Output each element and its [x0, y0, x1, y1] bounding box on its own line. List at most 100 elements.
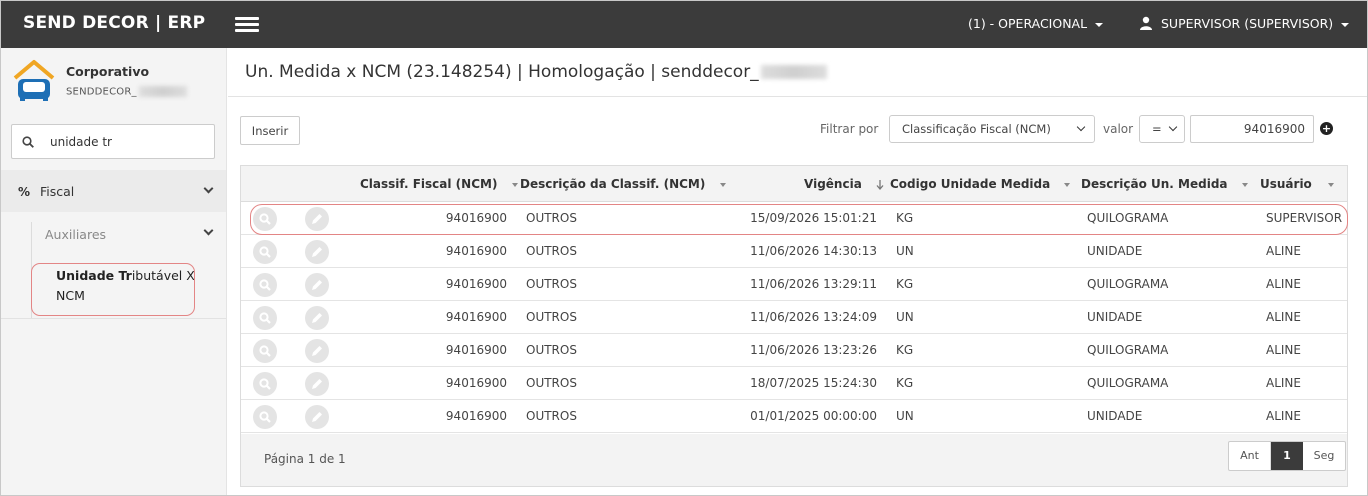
- col-header-desc-unidade[interactable]: Descrição Un. Medida: [1081, 166, 1248, 202]
- col-header-vigencia[interactable]: Vigência: [804, 166, 884, 202]
- filter-label: Filtrar por: [820, 122, 879, 136]
- redacted-text: [760, 65, 827, 79]
- pencil-icon: [312, 214, 322, 224]
- col-header-desc-ncm[interactable]: Descrição da Classif. (NCM): [520, 166, 726, 202]
- cell-desc-ncm: OUTROS: [526, 310, 577, 324]
- menu-icon[interactable]: [235, 17, 259, 33]
- edit-button[interactable]: [305, 405, 329, 429]
- magnifier-icon: [259, 246, 271, 258]
- chevron-down-icon: [1095, 22, 1104, 27]
- table-row[interactable]: 94016900 OUTROS 11/06/2026 14:30:13 UN U…: [241, 235, 1347, 268]
- menu-search-box[interactable]: [11, 124, 215, 159]
- cell-cod-unidade: UN: [896, 409, 914, 423]
- col-header-cod-unidade[interactable]: Codigo Unidade Medida: [890, 166, 1071, 202]
- chevron-down-icon: [1076, 122, 1086, 132]
- edit-button[interactable]: [305, 306, 329, 330]
- page-info: Página 1 de 1: [264, 452, 346, 466]
- cell-vigencia: 01/01/2025 00:00:00: [750, 409, 877, 423]
- col-header-usuario[interactable]: Usuário: [1260, 166, 1334, 202]
- table-row[interactable]: 94016900 OUTROS 01/01/2025 00:00:00 UN U…: [241, 400, 1347, 433]
- cell-usuario: ALINE: [1266, 409, 1301, 423]
- view-button[interactable]: [253, 240, 277, 264]
- sidebar: Corporativo SENDDECOR_ % Fiscal Auxiliar…: [1, 48, 227, 495]
- chevron-down-icon: [203, 183, 214, 194]
- edit-button[interactable]: [305, 240, 329, 264]
- highlight-annotation: [31, 263, 195, 316]
- brand-title[interactable]: SEND DECOR | ERP: [1, 1, 226, 48]
- view-button[interactable]: [253, 405, 277, 429]
- view-button[interactable]: [253, 372, 277, 396]
- cell-vigencia: 15/09/2026 15:01:21: [750, 211, 877, 225]
- pencil-icon: [312, 379, 322, 389]
- magnifier-icon: [259, 279, 271, 291]
- cell-usuario: ALINE: [1266, 277, 1301, 291]
- sidebar-item-label: Fiscal: [40, 184, 75, 199]
- cell-desc-unidade: QUILOGRAMA: [1087, 376, 1169, 390]
- insert-button[interactable]: Inserir: [240, 116, 300, 145]
- view-button[interactable]: [253, 273, 277, 297]
- cell-ncm: 94016900: [445, 244, 507, 258]
- edit-button[interactable]: [305, 273, 329, 297]
- cell-usuario: ALINE: [1266, 376, 1301, 390]
- filter-value-input[interactable]: [1190, 115, 1314, 143]
- pencil-icon: [312, 313, 322, 323]
- redacted-text: [138, 86, 187, 97]
- pencil-icon: [312, 280, 322, 290]
- cell-desc-unidade: UNIDADE: [1087, 409, 1143, 423]
- page-1-button[interactable]: 1: [1271, 442, 1303, 470]
- table-row[interactable]: 94016900 OUTROS 11/06/2026 13:29:11 KG Q…: [241, 268, 1347, 301]
- cell-cod-unidade: KG: [896, 211, 914, 225]
- cell-vigencia: 11/06/2026 13:23:26: [750, 343, 877, 357]
- cell-desc-unidade: QUILOGRAMA: [1087, 277, 1169, 291]
- cell-desc-ncm: OUTROS: [526, 343, 577, 357]
- search-icon: [22, 136, 34, 148]
- cell-usuario: ALINE: [1266, 343, 1301, 357]
- sort-toggle-icon: [1241, 182, 1248, 187]
- magnifier-icon: [259, 312, 271, 324]
- pencil-icon: [312, 346, 322, 356]
- view-button[interactable]: [253, 306, 277, 330]
- cell-cod-unidade: UN: [896, 310, 914, 324]
- user-menu[interactable]: SUPERVISOR (SUPERVISOR): [1139, 1, 1350, 48]
- sidebar-item-fiscal[interactable]: % Fiscal: [1, 170, 226, 212]
- cell-usuario: ALINE: [1266, 310, 1301, 324]
- divider: [228, 96, 1367, 97]
- table-row[interactable]: 94016900 OUTROS 18/07/2025 15:24:30 KG Q…: [241, 367, 1347, 400]
- filter-field-select[interactable]: Classificação Fiscal (NCM): [889, 115, 1095, 143]
- sidebar-item-auxiliares[interactable]: Auxiliares: [1, 212, 226, 254]
- table-row[interactable]: 94016900 OUTROS 11/06/2026 13:24:09 UN U…: [241, 301, 1347, 334]
- plus-circle-icon[interactable]: +: [1320, 122, 1333, 135]
- cell-ncm: 94016900: [445, 409, 507, 423]
- sort-toggle-icon: [719, 182, 726, 187]
- next-page-button[interactable]: Seg: [1303, 442, 1345, 470]
- sort-toggle-icon: [1328, 182, 1334, 187]
- operator-select[interactable]: =: [1139, 115, 1185, 143]
- prev-page-button[interactable]: Ant: [1229, 442, 1271, 470]
- cell-cod-unidade: KG: [896, 376, 914, 390]
- company-logo: [13, 60, 55, 101]
- unit-label: (1) - OPERACIONAL: [968, 16, 1088, 31]
- edit-button[interactable]: [305, 207, 329, 231]
- cell-desc-unidade: QUILOGRAMA: [1087, 343, 1169, 357]
- view-button[interactable]: [253, 339, 277, 363]
- view-button[interactable]: [253, 207, 277, 231]
- edit-button[interactable]: [305, 372, 329, 396]
- sort-toggle-icon: [1064, 182, 1071, 187]
- page-title: Un. Medida x NCM (23.148254) | Homologaç…: [245, 62, 827, 82]
- col-header-ncm[interactable]: Classif. Fiscal (NCM): [360, 166, 518, 202]
- data-grid: Classif. Fiscal (NCM) Descrição da Class…: [240, 165, 1348, 487]
- edit-button[interactable]: [305, 339, 329, 363]
- company-code: SENDDECOR_: [66, 86, 187, 98]
- top-bar: SEND DECOR | ERP (1) - OPERACIONAL SUPER…: [1, 1, 1367, 48]
- magnifier-icon: [259, 378, 271, 390]
- menu-search-input[interactable]: [50, 133, 205, 151]
- table-row[interactable]: 94016900 OUTROS 11/06/2026 13:23:26 KG Q…: [241, 334, 1347, 367]
- pencil-icon: [312, 247, 322, 257]
- user-label: SUPERVISOR (SUPERVISOR): [1161, 16, 1334, 31]
- magnifier-icon: [259, 345, 271, 357]
- unit-selector[interactable]: (1) - OPERACIONAL: [968, 1, 1104, 48]
- cell-vigencia: 18/07/2025 15:24:30: [750, 376, 877, 390]
- cell-desc-ncm: OUTROS: [526, 376, 577, 390]
- cell-desc-unidade: QUILOGRAMA: [1087, 211, 1169, 225]
- table-row[interactable]: 94016900 OUTROS 15/09/2026 15:01:21 KG Q…: [241, 202, 1347, 235]
